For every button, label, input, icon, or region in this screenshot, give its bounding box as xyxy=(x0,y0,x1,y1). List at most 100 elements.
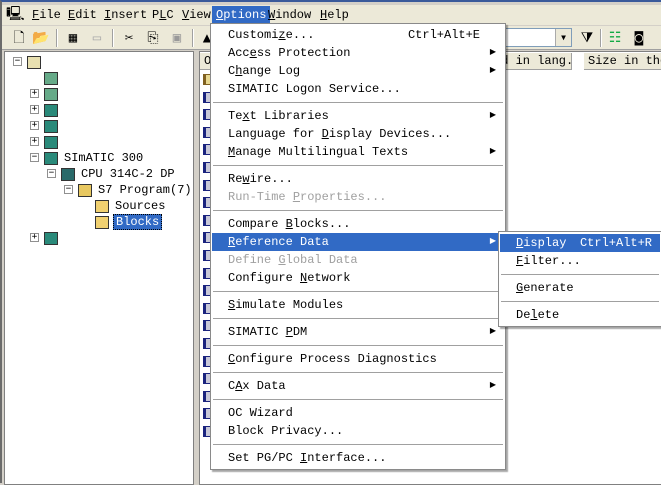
expand-icon[interactable]: + xyxy=(30,89,39,98)
collapse-icon[interactable]: − xyxy=(13,57,22,66)
menu-item-label: Define Global Data xyxy=(228,253,358,267)
menu-item-configure-process-diagnostics[interactable]: Configure Process Diagnostics xyxy=(212,350,504,368)
tree-item[interactable] xyxy=(27,54,49,70)
menu-item-rewire[interactable]: Rewire... xyxy=(212,170,504,188)
menu-item-access-protection[interactable]: Access Protection ▶ xyxy=(212,44,504,62)
menu-item-change-log[interactable]: Change Log ▶ xyxy=(212,62,504,80)
toolbar-separator xyxy=(600,29,602,47)
menu-item-cax-data[interactable]: CAx Data ▶ xyxy=(212,377,504,395)
menu-item-label: Customize... xyxy=(228,28,315,42)
expand-icon[interactable]: + xyxy=(30,233,39,242)
tree-item[interactable]: Blocks xyxy=(95,214,163,230)
menu-help[interactable]: Help xyxy=(316,6,353,24)
menu-item-configure-network[interactable]: Configure Network xyxy=(212,269,504,287)
menu-separator xyxy=(500,270,660,279)
tree-item[interactable]: S7 Program(7) xyxy=(78,182,194,198)
station-icon xyxy=(44,151,58,165)
project-tree[interactable]: − + + + + − SImATIC 300− CPU 314C-2 DP − S7 Progr… xyxy=(4,51,194,485)
menu-separator xyxy=(212,287,504,296)
menu-item-simatic-logon-service[interactable]: SIMATIC Logon Service... xyxy=(212,80,504,98)
menu-separator xyxy=(212,341,504,350)
menu-item-text-libraries[interactable]: Text Libraries ▶ xyxy=(212,107,504,125)
menu-separator xyxy=(212,98,504,107)
menu-item-label: Run-Time Properties... xyxy=(228,190,387,204)
tree-item-label xyxy=(62,119,66,133)
menu-item-compare-blocks[interactable]: Compare Blocks... xyxy=(212,215,504,233)
expand-icon[interactable]: + xyxy=(30,121,39,130)
menu-item-customize[interactable]: Customize... Ctrl+Alt+E xyxy=(212,26,504,44)
menu-item-label: Simulate Modules xyxy=(228,298,344,312)
menu-item-language-for-display-devices[interactable]: Language for Display Devices... xyxy=(212,125,504,143)
menu-item-oc-wizard[interactable]: OC Wizard xyxy=(212,404,504,422)
menu-file[interactable]: File xyxy=(28,6,65,24)
blocks-folder-icon xyxy=(95,215,109,229)
menu-item-label: SIMATIC Logon Service... xyxy=(228,82,401,96)
menu-edit[interactable]: Edit xyxy=(64,6,101,24)
menu-item-label: Set PG/PC Interface... xyxy=(228,451,387,465)
tree-item[interactable] xyxy=(44,230,66,246)
expand-icon[interactable]: + xyxy=(30,105,39,114)
menu-options[interactable]: Options xyxy=(212,6,271,24)
station-icon xyxy=(44,119,58,133)
menu-separator xyxy=(500,297,660,306)
tree-item[interactable] xyxy=(44,102,66,118)
menu-item-manage-multilingual-texts[interactable]: Manage Multilingual Texts ▶ xyxy=(212,143,504,161)
new-icon[interactable]: 🗋 xyxy=(10,29,28,47)
submenu-item-delete[interactable]: Delete xyxy=(500,306,660,324)
options-menu: Customize... Ctrl+Alt+E Access Protection ▶… xyxy=(210,23,506,470)
submenu-item-display[interactable]: Display Ctrl+Alt+R xyxy=(500,234,660,252)
tree-item[interactable] xyxy=(44,70,66,86)
tree-item[interactable] xyxy=(44,134,66,150)
menu-item-label: Configure Network xyxy=(228,271,351,285)
menu-item-label: CAx Data xyxy=(228,379,286,393)
network-icon xyxy=(44,71,58,85)
column-header[interactable]: Size in the xyxy=(584,53,661,70)
tree-item-label xyxy=(45,55,49,69)
tree-item-label: S7 Program(7) xyxy=(98,183,192,197)
collapse-icon[interactable]: − xyxy=(64,185,73,194)
menu-item-label: Filter... xyxy=(516,254,581,268)
menu-item-set-pg-pc-interface[interactable]: Set PG/PC Interface... xyxy=(212,449,504,467)
app-icon[interactable]: 🖳 xyxy=(2,6,25,24)
memory-card-icon[interactable]: ▭ xyxy=(88,29,106,47)
submenu-arrow-icon: ▶ xyxy=(489,111,496,120)
chevron-down-icon[interactable]: ▼ xyxy=(555,29,571,46)
tree-item-label: Sources xyxy=(115,199,166,213)
collapse-icon[interactable]: − xyxy=(47,169,56,178)
menu-item-block-privacy[interactable]: Block Privacy... xyxy=(212,422,504,440)
station-icon xyxy=(44,135,58,149)
menu-item-simulate-modules[interactable]: Simulate Modules xyxy=(212,296,504,314)
menu-window[interactable]: Window xyxy=(264,6,315,24)
menu-insert[interactable]: Insert xyxy=(100,6,151,24)
menu-item-label: Rewire... xyxy=(228,172,293,186)
tree-item[interactable] xyxy=(44,86,66,102)
tree-item[interactable]: CPU 314C-2 DP xyxy=(61,166,177,182)
cut-icon[interactable]: ✂ xyxy=(120,29,138,47)
expand-icon[interactable]: + xyxy=(30,137,39,146)
netpro-icon[interactable]: ☷ xyxy=(606,29,624,47)
cpu-icon xyxy=(61,167,75,181)
submenu-item-filter[interactable]: Filter... xyxy=(500,252,660,270)
collapse-icon[interactable]: − xyxy=(30,153,39,162)
accessible-nodes-icon[interactable]: ▦ xyxy=(64,29,82,47)
filter-icon[interactable]: ⧩ xyxy=(578,29,596,47)
copy-icon[interactable]: ⎘ xyxy=(144,29,162,47)
menu-item-define-global-data: Define Global Data xyxy=(212,251,504,269)
station-icon xyxy=(44,103,58,117)
menu-item-simatic-pdm[interactable]: SIMATIC PDM ▶ xyxy=(212,323,504,341)
submenu-arrow-icon: ▶ xyxy=(489,327,496,336)
filter-combobox[interactable]: ▼ xyxy=(502,28,572,47)
submenu-item-generate[interactable]: Generate xyxy=(500,279,660,297)
open-icon[interactable]: 📂 xyxy=(32,29,50,47)
menu-separator xyxy=(212,206,504,215)
menu-plc[interactable]: PLC xyxy=(148,6,178,24)
tree-item[interactable] xyxy=(44,118,66,134)
tree-item[interactable]: SImATIC 300 xyxy=(44,150,145,166)
menu-item-reference-data[interactable]: Reference Data ▶ xyxy=(212,233,504,251)
menu-view[interactable]: View xyxy=(178,6,215,24)
simulation-icon[interactable]: ◙ xyxy=(630,29,648,47)
toolbar-separator xyxy=(112,29,114,47)
tree-item[interactable]: Sources xyxy=(95,198,167,214)
menu-item-label: Language for Display Devices... xyxy=(228,127,452,141)
paste-icon[interactable]: ▣ xyxy=(168,29,186,47)
